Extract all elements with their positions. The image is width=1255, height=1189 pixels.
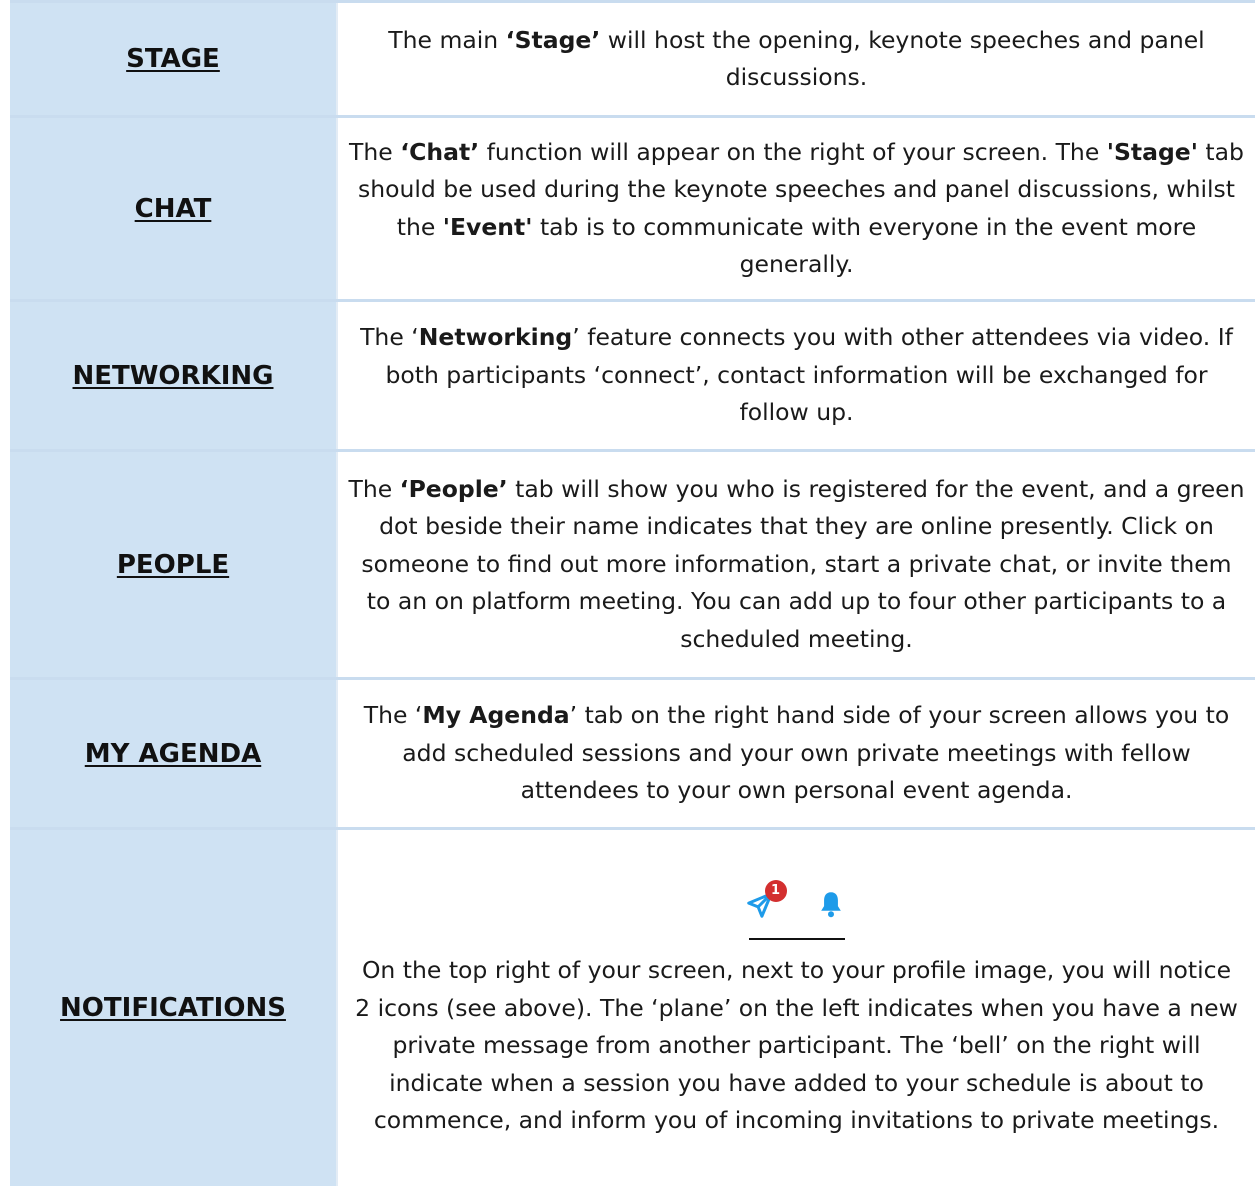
table-row-networking: NETWORKING The ‘Networking’ feature conn…: [10, 302, 1255, 452]
paper-plane-icon: 1: [745, 880, 787, 920]
row-description: The ‘Networking’ feature connects you wi…: [360, 323, 1233, 427]
table-row-people: PEOPLE The ‘People’ tab will show you wh…: [10, 452, 1255, 680]
row-description-cell: The ‘People’ tab will show you who is re…: [336, 452, 1255, 677]
notification-badge: 1: [764, 880, 787, 903]
row-label: NOTIFICATIONS: [60, 993, 286, 1023]
row-label: NETWORKING: [72, 360, 274, 391]
row-description: On the top right of your screen, next to…: [355, 956, 1238, 1135]
row-description: The main ‘Stage’ will host the opening, …: [388, 25, 1205, 92]
row-description: The ‘People’ tab will show you who is re…: [348, 474, 1245, 653]
table-row-notifications: NOTIFICATIONS 1 On the top right of your…: [10, 830, 1255, 1186]
row-label: MY AGENDA: [84, 738, 262, 769]
row-label-cell: CHAT: [10, 118, 336, 299]
row-description-cell: The main ‘Stage’ will host the opening, …: [336, 3, 1255, 115]
row-label: PEOPLE: [116, 549, 230, 580]
bell-icon: [813, 884, 849, 920]
row-description-cell: The ‘Networking’ feature connects you wi…: [336, 302, 1255, 449]
row-description-cell: 1 On the top right of your screen, next …: [336, 830, 1255, 1186]
table-row-chat: CHAT The ‘Chat’ function will appear on …: [10, 118, 1255, 302]
row-label-cell: NOTIFICATIONS: [10, 830, 336, 1186]
row-description: The ‘My Agenda’ tab on the right hand si…: [363, 701, 1230, 805]
row-description-cell: The ‘Chat’ function will appear on the r…: [336, 118, 1255, 299]
notification-icons: 1: [745, 876, 849, 920]
row-label: STAGE: [126, 44, 220, 74]
row-label-cell: NETWORKING: [10, 302, 336, 449]
table-row-my-agenda: MY AGENDA The ‘My Agenda’ tab on the rig…: [10, 680, 1255, 830]
row-label: CHAT: [134, 193, 212, 224]
row-label-cell: PEOPLE: [10, 452, 336, 677]
divider: [748, 938, 845, 941]
table-row-stage: STAGE The main ‘Stage’ will host the ope…: [10, 0, 1255, 118]
row-description: The ‘Chat’ function will appear on the r…: [349, 137, 1244, 279]
features-table: STAGE The main ‘Stage’ will host the ope…: [10, 0, 1255, 1186]
row-label-cell: MY AGENDA: [10, 680, 336, 827]
row-label-cell: STAGE: [10, 3, 336, 115]
row-description-cell: The ‘My Agenda’ tab on the right hand si…: [336, 680, 1255, 827]
